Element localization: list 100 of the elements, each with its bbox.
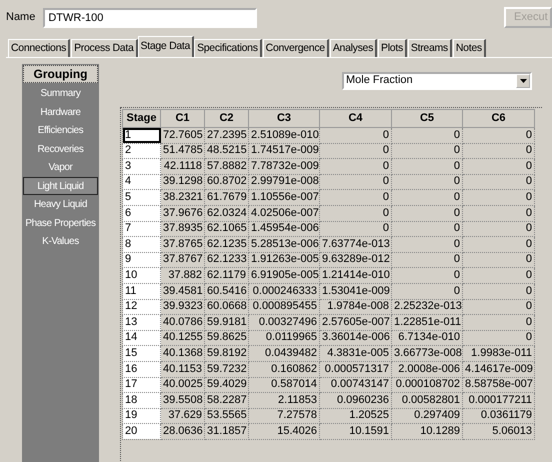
sidebar-item[interactable]: Phase Properties	[23, 214, 98, 232]
grouping-header[interactable]: Grouping	[23, 65, 98, 84]
column-header: C4	[320, 110, 392, 128]
table-cell: 1.10556e-007	[248, 190, 320, 206]
table-cell: 1.20525	[320, 408, 392, 424]
table-cell: 59.8192	[204, 346, 248, 362]
dropdown-arrow-icon	[520, 79, 526, 83]
stage-cell[interactable]: 20	[122, 424, 160, 440]
table-cell: 40.0025	[160, 377, 204, 393]
column-header: C1	[160, 110, 204, 128]
table-cell: 2.25232e-013	[392, 299, 462, 315]
table-cell: 0	[392, 205, 462, 222]
stage-cell[interactable]: 19	[122, 408, 160, 424]
table-cell: 0.000177211	[462, 392, 534, 408]
stage-cell[interactable]: 17	[122, 377, 160, 393]
table-cell: 10.1289	[392, 424, 462, 440]
stage-cell[interactable]: 1	[122, 128, 160, 144]
stage-cell[interactable]: 13	[122, 314, 160, 330]
sidebar-item[interactable]: Heavy Liquid	[23, 195, 98, 214]
sidebar-item[interactable]: Recoveries	[23, 140, 98, 158]
table-cell: 28.0636	[160, 424, 204, 440]
table-cell: 0	[462, 268, 534, 284]
table-cell: 57.8882	[204, 158, 248, 174]
table-cell: 1.22851e-011	[392, 314, 462, 330]
table-cell: 1.91263e-005	[248, 252, 320, 268]
table-cell: 40.1153	[160, 361, 204, 377]
tab[interactable]: Process Data	[71, 39, 138, 57]
stage-cell[interactable]: 7	[122, 221, 160, 237]
table-cell: 0	[462, 205, 534, 222]
table-cell: 39.9323	[160, 299, 204, 315]
table-cell: 0	[462, 330, 534, 346]
table-cell: 40.0786	[160, 314, 204, 330]
table-cell: 6.91905e-005	[248, 268, 320, 284]
sidebar-item[interactable]: Efficiencies	[23, 121, 98, 140]
stage-cell[interactable]: 14	[122, 330, 160, 346]
table-cell: 62.0324	[204, 205, 248, 222]
basis-dropdown[interactable]: Mole Fraction	[342, 72, 532, 90]
table-cell: 51.4785	[160, 143, 204, 159]
stage-cell[interactable]: 12	[122, 299, 160, 315]
stage-cell[interactable]: 16	[122, 361, 160, 377]
tab[interactable]: Connections	[8, 39, 70, 57]
table-cell: 37.882	[160, 268, 204, 284]
table-cell: 0.000895455	[248, 299, 320, 315]
table-cell: 0	[462, 252, 534, 268]
table-cell: 0	[462, 158, 534, 174]
table-cell: 58.2287	[204, 392, 248, 408]
table-cell: 53.5565	[204, 408, 248, 424]
table-cell: 4.02506e-007	[248, 205, 320, 222]
table-cell: 2.11853	[248, 392, 320, 408]
tab[interactable]: Stage Data	[138, 36, 194, 57]
column-header: C6	[462, 110, 534, 128]
stage-cell[interactable]: 2	[122, 143, 160, 159]
table-cell: 0	[392, 283, 462, 300]
stage-cell[interactable]: 4	[122, 174, 160, 190]
table-cell: 59.4029	[204, 377, 248, 393]
table-cell: 1.45954e-006	[248, 221, 320, 237]
table-cell: 0	[320, 221, 392, 237]
table-cell: 62.1235	[204, 236, 248, 252]
table-cell: 0.0119965	[248, 330, 320, 346]
table-cell: 31.1857	[204, 424, 248, 440]
sidebar-item[interactable]: Hardware	[23, 102, 98, 122]
table-cell: 39.1298	[160, 174, 204, 190]
table-cell: 0.000246333	[248, 283, 320, 300]
sidebar-item[interactable]: Summary	[23, 84, 98, 103]
table-cell: 5.28513e-006	[248, 236, 320, 252]
column-header: C2	[204, 110, 248, 128]
table-cell: 0	[462, 128, 534, 144]
table-cell: 0	[392, 128, 462, 144]
tab[interactable]: Plots	[378, 39, 407, 57]
table-cell: 0.000108702	[392, 377, 462, 393]
tab[interactable]: Notes	[452, 39, 486, 57]
stage-cell[interactable]: 3	[122, 158, 160, 174]
tab[interactable]: Convergence	[262, 39, 329, 57]
table-cell: 0	[392, 236, 462, 252]
table-cell: 0	[320, 190, 392, 206]
stage-cell[interactable]: 10	[122, 268, 160, 284]
sidebar-item[interactable]: K-Values	[23, 232, 98, 251]
sidebar-item[interactable]: Vapor	[23, 158, 98, 177]
stage-cell[interactable]: 18	[122, 392, 160, 408]
tab[interactable]: Specifications	[194, 39, 262, 57]
table-cell: 48.5215	[204, 143, 248, 159]
table-cell: 0	[320, 128, 392, 144]
table-cell: 0	[320, 174, 392, 190]
stage-cell[interactable]: 9	[122, 252, 160, 268]
table-cell: 0	[392, 252, 462, 268]
table-cell: 0.297409	[392, 408, 462, 424]
name-field[interactable]: DTWR-100	[43, 8, 258, 28]
table-cell: 0	[462, 299, 534, 315]
tab[interactable]: Streams	[408, 39, 452, 57]
stage-cell[interactable]: 6	[122, 205, 160, 222]
tab[interactable]: Analyses	[330, 39, 378, 57]
stage-cell[interactable]: 5	[122, 190, 160, 206]
stage-cell[interactable]: 8	[122, 236, 160, 252]
table-cell: 0	[392, 190, 462, 206]
stage-cell[interactable]: 11	[122, 283, 160, 300]
table-cell: 5.06013	[462, 424, 534, 440]
table-cell: 0.000571317	[320, 361, 392, 377]
table-cell: 0.00743147	[320, 377, 392, 393]
table-cell: 62.1065	[204, 221, 248, 237]
stage-cell[interactable]: 15	[122, 346, 160, 362]
